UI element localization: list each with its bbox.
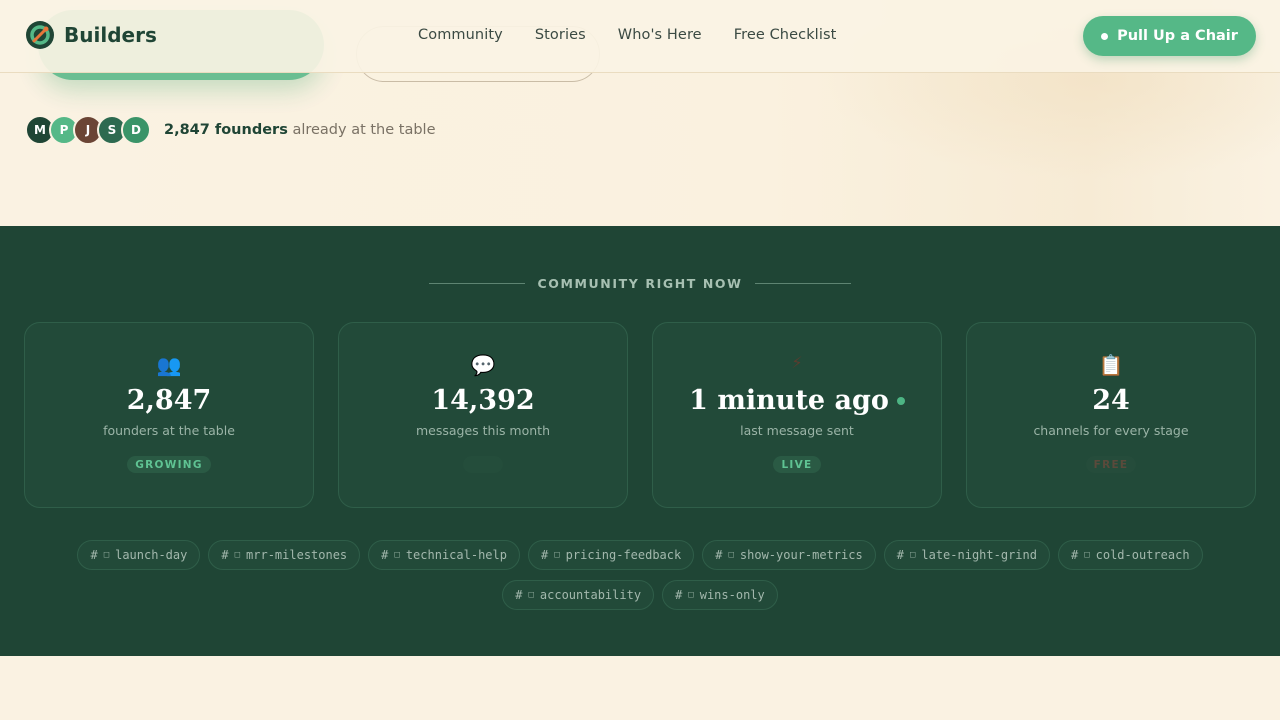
social-proof: M P J S D 2,847 founders already at the … [25,115,436,145]
channel-icon: □ [103,550,110,560]
channel-icon: □ [394,550,400,560]
status-badge: LIVE [773,456,821,473]
stat-card-founders: 👥 2,847 founders at the table GROWING [24,322,314,508]
stat-card-last-message: ⚡ 1 minute ago last message sent LIVE [652,322,942,508]
brand[interactable]: Builders [25,20,157,50]
founder-count-text: 2,847 founders already at the table [164,122,436,138]
stat-cards: 👥 2,847 founders at the table GROWING 💬 … [24,322,1256,508]
divider [754,283,851,284]
stat-value: 24 [1092,385,1130,416]
nav-free-checklist[interactable]: Free Checklist [734,27,837,43]
stat-label: messages this month [415,423,550,438]
site-header: Builders Community Stories Who's Here Fr… [0,0,1280,73]
people-icon: 👥 [156,353,182,377]
status-badge [463,456,503,473]
channel-chip[interactable]: # □ late-night-grind [883,540,1050,570]
stat-card-channels: 📋 24 channels for every stage FREE [966,322,1256,508]
channel-chip[interactable]: # □ pricing-feedback [527,540,695,570]
divider [429,283,526,284]
live-dot-icon [896,396,905,405]
channel-icon: □ [688,590,694,600]
channel-chip[interactable]: # □ accountability [502,580,655,610]
channel-list: # □ launch-day # □ mrr-milestones # □ technica… [0,540,1280,610]
channel-icon: □ [554,550,560,560]
channel-icon: □ [909,550,916,560]
main-nav: Community Stories Who's Here Free Checkl… [418,27,836,43]
founder-count: 2,847 founders [164,122,288,138]
channel-chip[interactable]: # □ mrr-milestones [208,540,361,570]
cta-label: Pull Up a Chair [1117,28,1238,44]
avatar-stack: M P J S D [25,115,151,145]
nav-stories[interactable]: Stories [535,27,586,43]
stat-label: channels for every stage [1033,423,1189,438]
lightning-icon: ⚡ [791,353,803,372]
nav-whos-here[interactable]: Who's Here [618,27,702,43]
channel-chip[interactable]: # □ cold-outreach [1057,540,1203,570]
section-heading: COMMUNITY RIGHT NOW [0,276,1280,291]
status-badge: GROWING [127,456,211,473]
grid-icon: 📋 [1098,353,1124,377]
stat-value: 2,847 [126,385,212,416]
pull-up-chair-button[interactable]: Pull Up a Chair [1083,16,1256,56]
channel-icon: □ [528,590,534,600]
status-badge: FREE [1085,456,1137,473]
channel-icon: □ [234,550,241,560]
channel-icon: □ [1084,550,1090,560]
stat-label: founders at the table [103,423,235,438]
cta-dot-icon [1101,32,1109,40]
stat-value: 14,392 [431,385,535,416]
community-section: COMMUNITY RIGHT NOW 👥 2,847 founders at … [0,226,1280,656]
avatar: D [121,115,151,145]
channel-chip[interactable]: # □ wins-only [662,580,778,610]
logo-icon [26,21,54,49]
chat-icon: 💬 [470,353,496,377]
channel-icon: □ [728,550,734,560]
channel-chip[interactable]: # □ launch-day [77,540,201,570]
founder-count-suffix: already at the table [292,122,436,138]
channel-chip[interactable]: # □ technical-help [368,540,520,570]
nav-community[interactable]: Community [418,27,503,43]
stat-value: 1 minute ago [689,385,905,416]
brand-name: Builders [64,23,157,47]
channel-chip[interactable]: # □ show-your-metrics [702,540,876,570]
stat-label: last message sent [740,423,854,438]
section-title: COMMUNITY RIGHT NOW [537,276,743,291]
stat-card-messages: 💬 14,392 messages this month [338,322,628,508]
